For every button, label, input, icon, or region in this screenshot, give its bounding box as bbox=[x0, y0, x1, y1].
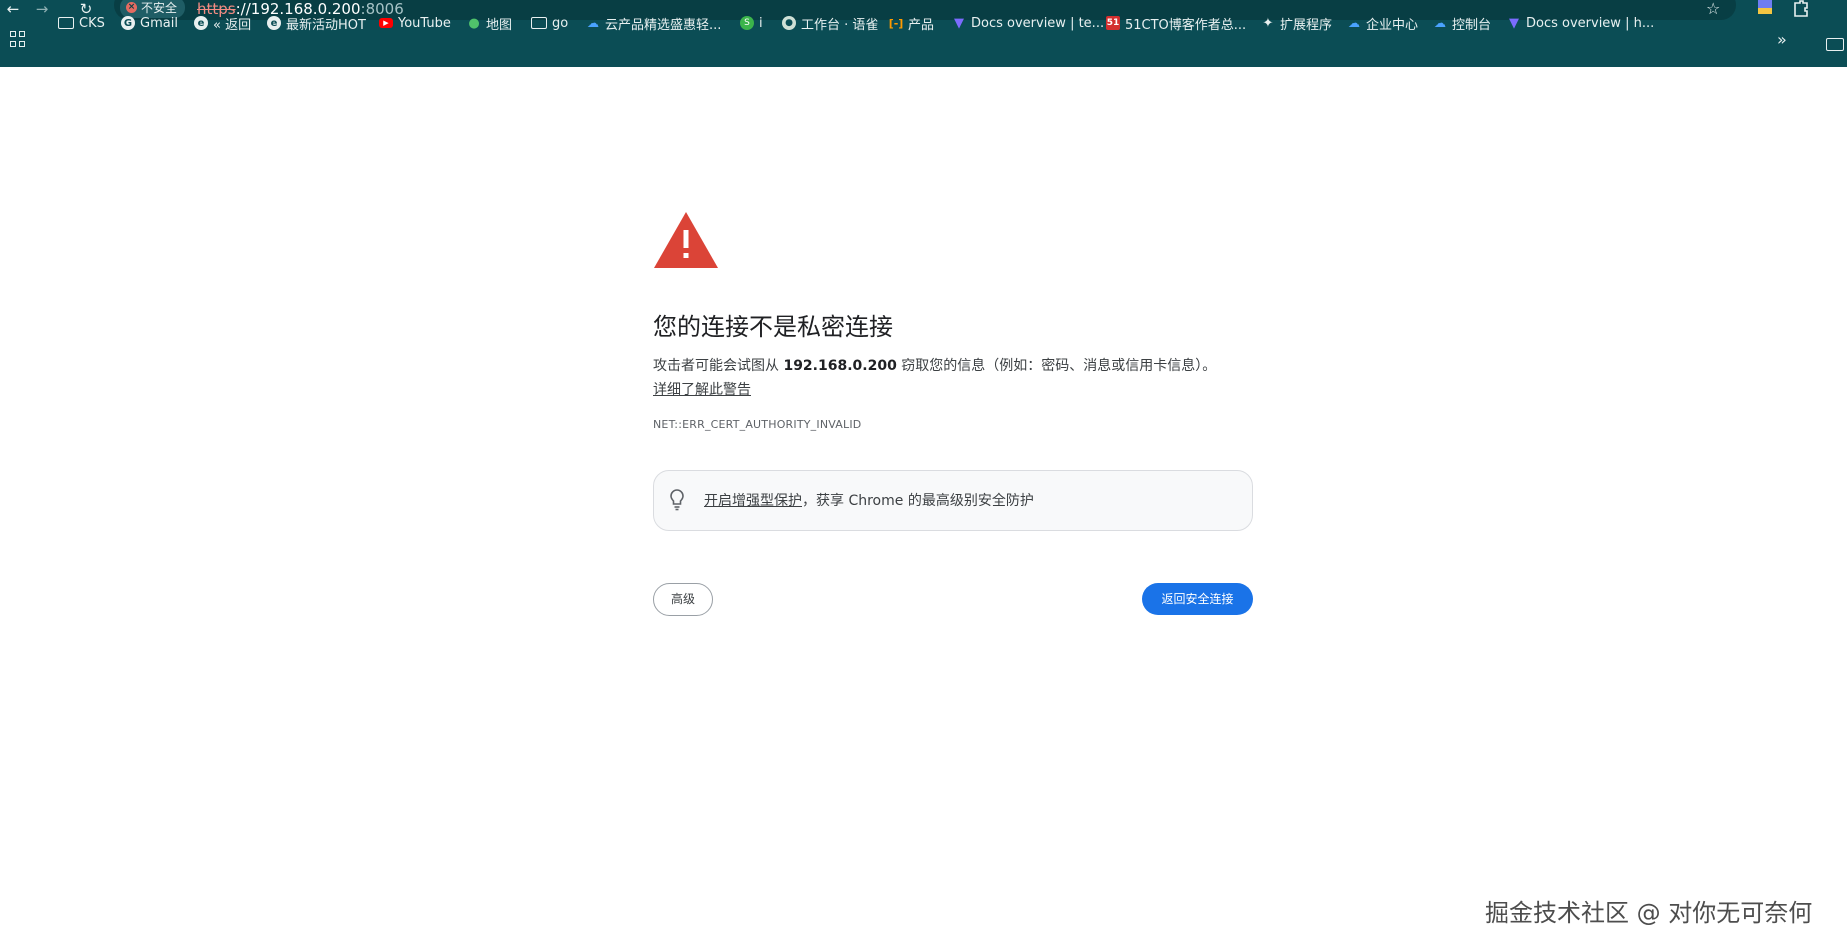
bookmark-label: Docs overview | h... bbox=[1526, 15, 1655, 31]
bookmark-label: YouTube bbox=[398, 15, 451, 31]
explanation-suffix: 窃取您的信息（例如：密码、消息或信用卡信息）。 bbox=[896, 358, 1217, 374]
aliyun-icon: [-] bbox=[888, 16, 904, 30]
bookmark-maps[interactable]: ● 地图 bbox=[467, 13, 512, 33]
explanation-prefix: 攻击者可能会试图从 bbox=[653, 358, 784, 374]
bookmark-label: 控制台 bbox=[1452, 17, 1492, 33]
bookmark-yuque[interactable]: ● 工作台 · 语雀 bbox=[782, 13, 878, 33]
yuque-icon: ● bbox=[782, 16, 796, 30]
bookmark-products[interactable]: [-] 产品 bbox=[889, 13, 934, 33]
bookmark-label: 云产品精选盛惠轻... bbox=[605, 17, 722, 33]
bookmark-label: 企业中心 bbox=[1366, 17, 1419, 33]
bookmark-enterprise[interactable]: ☁ 企业中心 bbox=[1347, 13, 1418, 33]
back-arrow-icon[interactable]: ← bbox=[2, 0, 24, 18]
more-bookmarks-chevron-icon[interactable]: » bbox=[1777, 32, 1787, 48]
bookmark-label: CKS bbox=[79, 15, 105, 31]
not-secure-icon: × bbox=[126, 2, 137, 13]
forward-arrow-icon[interactable]: → bbox=[31, 0, 53, 18]
bookmark-label: 产品 bbox=[908, 17, 935, 33]
youtube-icon: ▶ bbox=[379, 18, 393, 28]
bookmark-gmail[interactable]: G Gmail bbox=[121, 13, 178, 33]
advanced-button[interactable]: 高级 bbox=[653, 583, 713, 616]
bookmark-go[interactable]: go bbox=[531, 13, 568, 33]
bookmark-youtube[interactable]: ▶ YouTube bbox=[379, 13, 451, 33]
bookmark-docs-h[interactable]: ▼ Docs overview | h... bbox=[1507, 13, 1654, 33]
bookmark-label: Docs overview | te... bbox=[971, 15, 1105, 31]
bookmark-label: 工作台 · 语雀 bbox=[801, 17, 879, 33]
bookmark-label: i bbox=[759, 15, 763, 31]
enhanced-protection-rest: ，获享 Chrome 的最高级别安全防护 bbox=[802, 493, 1034, 509]
page-title: 您的连接不是私密连接 bbox=[653, 313, 893, 341]
bookmark-console[interactable]: ☁ 控制台 bbox=[1433, 13, 1491, 33]
green-circle-icon: S bbox=[740, 16, 754, 30]
bookmark-label: 扩展程序 bbox=[1280, 17, 1333, 33]
bookmark-cloud-products[interactable]: ☁ 云产品精选盛惠轻... bbox=[586, 13, 721, 33]
bookmark-51cto[interactable]: 51 51CTO博客作者总... bbox=[1106, 13, 1246, 33]
bookmark-i[interactable]: Si bbox=[740, 13, 763, 33]
bookmark-label: 51CTO博客作者总... bbox=[1125, 17, 1247, 33]
cloud-icon: ☁ bbox=[587, 16, 599, 30]
explanation-host: 192.168.0.200 bbox=[783, 358, 897, 374]
bookmark-back[interactable]: e « 返回 bbox=[194, 13, 251, 33]
bookmark-label: 地图 bbox=[486, 17, 513, 33]
other-bookmarks-folder-icon[interactable] bbox=[1826, 38, 1844, 51]
terraform-icon: ▼ bbox=[954, 15, 964, 31]
warning-triangle-icon bbox=[654, 212, 718, 268]
explanation-text: 攻击者可能会试图从 192.168.0.200 窃取您的信息（例如：密码、消息或… bbox=[653, 356, 1216, 376]
back-to-safety-button[interactable]: 返回安全连接 bbox=[1142, 583, 1253, 615]
globe-icon: e bbox=[267, 16, 281, 30]
51cto-icon: 51 bbox=[1106, 16, 1120, 30]
bookmark-docs-te[interactable]: ▼ Docs overview | te... bbox=[952, 13, 1104, 33]
profile-extension-icon[interactable] bbox=[1754, 0, 1776, 18]
enhanced-protection-text: 开启增强型保护，获享 Chrome 的最高级别安全防护 bbox=[704, 491, 1034, 511]
cloud-icon: ☁ bbox=[1434, 16, 1446, 30]
error-code[interactable]: NET::ERR_CERT_AUTHORITY_INVALID bbox=[653, 418, 861, 431]
bookmark-label: « 返回 bbox=[213, 17, 252, 33]
apps-grid-icon[interactable] bbox=[10, 31, 26, 47]
maps-icon: ● bbox=[468, 15, 480, 31]
extensions-puzzle-icon[interactable] bbox=[1790, 0, 1812, 18]
watermark: 掘金技术社区 @ 对你无可奈何 bbox=[1485, 899, 1813, 927]
bookmark-label: 最新活动HOT bbox=[286, 17, 366, 33]
google-icon: G bbox=[121, 16, 135, 30]
bookmark-label: go bbox=[552, 15, 569, 31]
terraform-icon: ▼ bbox=[1509, 15, 1519, 31]
cloud-icon: ☁ bbox=[1348, 16, 1360, 30]
folder-icon bbox=[531, 17, 547, 29]
lightbulb-icon bbox=[670, 489, 684, 511]
enhanced-protection-card: 开启增强型保护，获享 Chrome 的最高级别安全防护 bbox=[653, 470, 1253, 531]
bookmark-star-icon[interactable]: ☆ bbox=[1706, 0, 1720, 18]
bookmark-label: Gmail bbox=[140, 15, 178, 31]
bookmark-hot[interactable]: e 最新活动HOT bbox=[267, 13, 366, 33]
enhanced-protection-link[interactable]: 开启增强型保护 bbox=[704, 493, 802, 509]
learn-more-link[interactable]: 详细了解此警告 bbox=[653, 380, 751, 400]
folder-icon bbox=[58, 17, 74, 29]
puzzle-icon: ✦ bbox=[1262, 15, 1274, 31]
globe-icon: e bbox=[194, 16, 208, 30]
bookmark-extensions[interactable]: ✦ 扩展程序 bbox=[1261, 13, 1332, 33]
bookmark-cks[interactable]: CKS bbox=[58, 13, 105, 33]
